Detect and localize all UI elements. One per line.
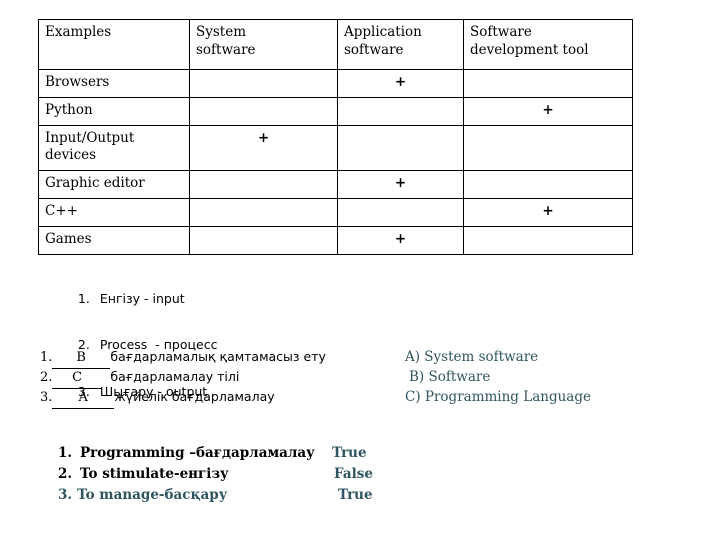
true-false-value[interactable]: True [338,485,373,506]
true-false-value[interactable]: True [332,443,367,464]
matching-item-number: 3. [40,390,53,405]
matching-prompt: 1. Bбағдарламалық қамтамасыз ету [40,347,405,369]
true-false-row: 1. Programming –бағдарламалау True [58,443,658,464]
cell-input-output-devices-system[interactable]: + [189,124,338,172]
matching-row: 3. Aжүйелік бағдарламалау C) Programming … [40,387,640,409]
table-row: Games + [38,225,633,255]
true-false-statement: To stimulate-енгізу [80,466,229,482]
true-false-exercise: 1. Programming –бағдарламалау True 2. To s… [58,443,658,506]
matching-prompt: 3. Aжүйелік бағдарламалау [40,387,405,409]
matching-item-number: 1. [40,350,53,365]
matching-option[interactable]: C) Programming Language [405,387,591,407]
true-false-statement-wrap: 2. To stimulate-енгізу [58,464,332,485]
cell-cplusplus-system[interactable] [189,198,338,227]
matching-answer-blank[interactable]: A [52,388,115,409]
true-false-statement: Programming –бағдарламалау [80,445,315,461]
true-false-statement: To manage-басқару [77,487,228,503]
row-label-games: Games [38,225,190,255]
table-row: Input/Output devices + [38,124,633,172]
cell-cplusplus-devtool[interactable]: + [463,198,633,227]
true-false-item-number: 3. [58,487,73,503]
matching-answer-blank[interactable]: C [52,368,103,389]
matching-item-number: 2. [40,370,53,385]
cell-graphic-editor-application[interactable]: + [337,170,464,200]
table-row: Browsers + [38,69,633,98]
matching-answer-blank[interactable]: B [52,348,111,369]
cell-python-application[interactable] [337,96,464,126]
cell-python-devtool[interactable]: + [463,96,633,126]
cell-games-system[interactable] [189,225,338,255]
row-label-input-output-devices: Input/Output devices [38,124,190,172]
table-row: Graphic editor + [38,170,633,200]
matching-option[interactable]: B) Software [405,367,490,387]
cell-browsers-system[interactable] [189,69,338,98]
true-false-statement-wrap: 1. Programming –бағдарламалау [58,443,332,464]
cell-graphic-editor-devtool[interactable] [463,170,633,200]
list-item: 1. Енгізу - input [62,275,217,322]
row-label-python: Python [38,96,190,126]
matching-row: 1. Bбағдарламалық қамтамасыз ету A) Syste… [40,347,640,369]
cell-browsers-application[interactable]: + [337,69,464,98]
cell-python-system[interactable] [189,96,338,126]
cell-games-application[interactable]: + [337,225,464,255]
column-header-examples: Examples [38,19,190,70]
software-classification-table: Examples System software Application sof… [38,19,633,255]
row-label-browsers: Browsers [38,69,190,98]
column-header-system-software: System software [189,19,338,70]
cell-input-output-devices-devtool[interactable] [463,124,633,172]
matching-option[interactable]: A) System software [405,347,538,367]
cell-graphic-editor-system[interactable] [189,170,338,200]
matching-row: 2. Cбағдарламалау тілі B) Software [40,367,640,389]
matching-exercise: 1. Bбағдарламалық қамтамасыз ету A) Syste… [40,347,640,409]
glossary-item-number: 1. [77,290,90,306]
software-classification-table-container: Examples System software Application sof… [38,19,633,255]
table-row: Python + [38,96,633,126]
cell-cplusplus-application[interactable] [337,198,464,227]
true-false-statement-wrap: 3. To manage-басқару [58,485,338,506]
cell-input-output-devices-application[interactable] [337,124,464,172]
matching-term: бағдарламалық қамтамасыз ету [110,349,326,364]
row-label-graphic-editor: Graphic editor [38,170,190,200]
true-false-value[interactable]: False [332,464,373,485]
column-header-software-development-tool: Software development tool [463,19,633,70]
glossary-item-text: Енгізу - input [99,290,185,306]
true-false-item-number: 2. [58,466,73,482]
column-header-application-software: Application software [337,19,464,70]
cell-browsers-devtool[interactable] [463,69,633,98]
matching-prompt: 2. Cбағдарламалау тілі [40,367,405,389]
table-row: C++ + [38,198,633,227]
cell-games-devtool[interactable] [463,225,633,255]
matching-term: жүйелік бағдарламалау [114,389,275,404]
true-false-row: 3. To manage-басқару True [58,485,658,506]
row-label-cplusplus: C++ [38,198,190,227]
table-header-row: Examples System software Application sof… [38,19,633,70]
matching-term: бағдарламалау тілі [110,369,240,384]
true-false-item-number: 1. [58,445,73,461]
true-false-row: 2. To stimulate-енгізу False [58,464,658,485]
